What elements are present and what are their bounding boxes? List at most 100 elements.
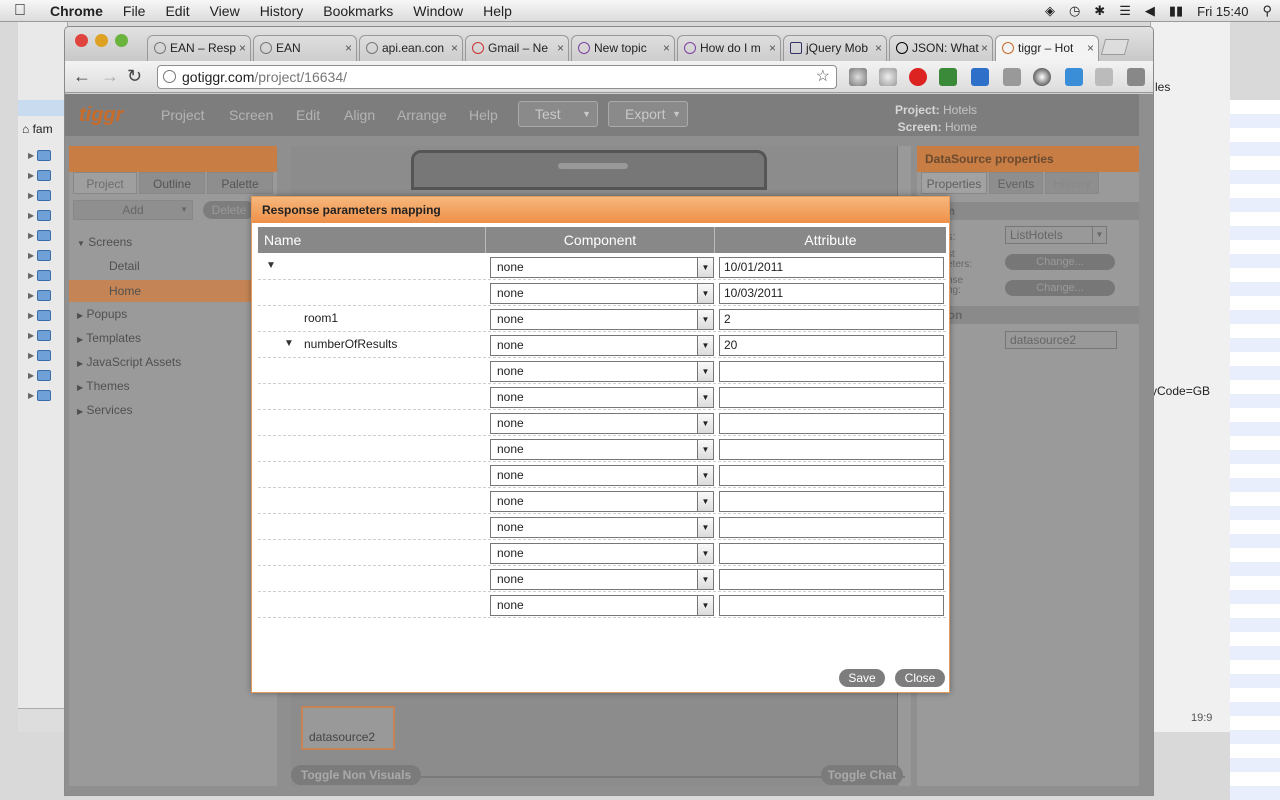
component-select[interactable]: none ▼ (490, 465, 714, 486)
close-tab-icon[interactable]: × (345, 36, 352, 60)
toggle-non-visuals-button[interactable]: Toggle Non Visuals (291, 765, 421, 785)
tab-project[interactable]: Project (73, 172, 137, 194)
apple-menu-icon[interactable]:  (0, 2, 40, 20)
finder-item[interactable]: ▶ (28, 228, 68, 242)
tree-item-themes[interactable]: ▶ Themes (69, 376, 277, 396)
component-select[interactable]: none ▼ (490, 595, 714, 616)
address-bar[interactable]: gotiggr.com/project/16634/ ☆ (157, 65, 837, 89)
tree-item-screens[interactable]: ▼ Screens (69, 232, 277, 252)
finder-home-item[interactable]: ⌂ fam (22, 122, 53, 136)
browser-tab[interactable]: JSON: What × (889, 35, 993, 61)
back-arrow-icon[interactable]: ← (73, 66, 91, 87)
finder-item[interactable]: ▶ (28, 308, 68, 322)
attribute-input[interactable] (719, 387, 944, 408)
dropbox-icon[interactable]: ◈ (1045, 3, 1055, 19)
reload-icon[interactable]: ↻ (127, 66, 142, 87)
adblock-icon[interactable] (909, 68, 927, 86)
zoom-window-icon[interactable] (115, 34, 128, 47)
tag-icon[interactable] (1003, 68, 1021, 86)
finder-item[interactable]: ▶ (28, 328, 68, 342)
download-icon[interactable] (971, 68, 989, 86)
tree-item-popups[interactable]: ▶ Popups (69, 304, 277, 324)
component-select[interactable]: none ▼ (490, 439, 714, 460)
close-tab-icon[interactable]: × (239, 36, 246, 60)
finder-item[interactable]: ▶ (28, 388, 68, 402)
component-select[interactable]: none ▼ (490, 309, 714, 330)
screenshot-icon[interactable] (1065, 68, 1083, 86)
tab-events[interactable]: Events (989, 172, 1043, 194)
menu-project[interactable]: Project (161, 107, 205, 123)
export-button[interactable]: Export ▼ (608, 101, 688, 127)
forward-arrow-icon[interactable]: → (101, 66, 119, 87)
component-select[interactable]: none ▼ (490, 361, 714, 382)
expanded-arrow-icon[interactable]: ▼ (284, 332, 294, 356)
test-button[interactable]: Test ▼ (518, 101, 598, 127)
close-tab-icon[interactable]: × (769, 36, 776, 60)
component-select[interactable]: none ▼ (490, 517, 714, 538)
change-request-params-button[interactable]: Change... (1005, 254, 1115, 270)
attribute-input[interactable] (719, 413, 944, 434)
spotlight-search-icon[interactable]: ⚲ (1262, 3, 1272, 19)
close-tab-icon[interactable]: × (557, 36, 564, 60)
close-tab-icon[interactable]: × (875, 36, 882, 60)
menu-file[interactable]: File (113, 3, 156, 19)
tree-item-templates[interactable]: ▶ Templates (69, 328, 277, 348)
extension-bug-icon[interactable] (879, 68, 897, 86)
close-tab-icon[interactable]: × (663, 36, 670, 60)
menu-bookmarks[interactable]: Bookmarks (313, 3, 403, 19)
menu-screen[interactable]: Screen (229, 107, 273, 123)
attribute-input[interactable]: 2 (719, 309, 944, 330)
tree-item-home[interactable]: Home (69, 280, 277, 302)
component-select[interactable]: none ▼ (490, 283, 714, 304)
menu-help[interactable]: Help (473, 3, 522, 19)
time-machine-icon[interactable]: ◷ (1069, 3, 1080, 19)
close-window-icon[interactable] (75, 34, 88, 47)
wifi-icon[interactable]: ☰ (1119, 3, 1131, 19)
tab-outline[interactable]: Outline (139, 172, 205, 194)
save-button[interactable]: Save (839, 669, 885, 687)
bluetooth-icon[interactable]: ✱ (1094, 3, 1105, 19)
service-select[interactable]: ListHotels ▼ (1005, 226, 1107, 244)
menu-window[interactable]: Window (403, 3, 473, 19)
change-response-mapping-button[interactable]: Change... (1005, 280, 1115, 296)
finder-item[interactable]: ▶ (28, 208, 68, 222)
component-select[interactable]: none ▼ (490, 491, 714, 512)
minimize-window-icon[interactable] (95, 34, 108, 47)
browser-tab-active[interactable]: tiggr – Hot × (995, 35, 1099, 61)
delete-button[interactable]: Delete (203, 201, 255, 219)
attribute-input[interactable] (719, 361, 944, 382)
finder-item[interactable]: ▶ (28, 368, 68, 382)
wrench-icon[interactable] (1127, 68, 1145, 86)
menu-edit[interactable]: Edit (296, 107, 320, 123)
component-select[interactable]: none ▼ (490, 257, 714, 278)
menu-edit[interactable]: Edit (155, 3, 199, 19)
component-select[interactable]: none ▼ (490, 387, 714, 408)
close-button[interactable]: Close (895, 669, 945, 687)
component-select[interactable]: none ▼ (490, 335, 714, 356)
menu-help[interactable]: Help (469, 107, 498, 123)
add-button[interactable]: Add ▼ (73, 200, 193, 220)
tab-properties[interactable]: Properties (921, 172, 987, 194)
finder-item[interactable]: ▶ (28, 268, 68, 282)
tree-item-services[interactable]: ▶ Services (69, 400, 277, 420)
attribute-input[interactable]: 10/03/2011 (719, 283, 944, 304)
menu-align[interactable]: Align (344, 107, 375, 123)
attribute-input[interactable] (719, 465, 944, 486)
close-tab-icon[interactable]: × (1087, 36, 1094, 60)
color-picker-icon[interactable] (1033, 68, 1051, 86)
bookmark-star-icon[interactable]: ☆ (816, 66, 830, 88)
extension-gear-icon[interactable] (849, 68, 867, 86)
extension-evernote-icon[interactable] (939, 68, 957, 86)
finder-item[interactable]: ▶ (28, 288, 68, 302)
component-select[interactable]: none ▼ (490, 569, 714, 590)
tree-item-detail[interactable]: Detail (69, 256, 277, 276)
browser-tab[interactable]: Gmail – Ne × (465, 35, 569, 61)
menu-view[interactable]: View (200, 3, 250, 19)
browser-tab[interactable]: How do I m × (677, 35, 781, 61)
attribute-input[interactable] (719, 439, 944, 460)
datasource-component[interactable]: datasource2 (301, 706, 395, 750)
menu-arrange[interactable]: Arrange (397, 107, 447, 123)
finder-item[interactable]: ▶ (28, 248, 68, 262)
tab-history[interactable]: History (1045, 172, 1099, 194)
attribute-input[interactable]: 10/01/2011 (719, 257, 944, 278)
